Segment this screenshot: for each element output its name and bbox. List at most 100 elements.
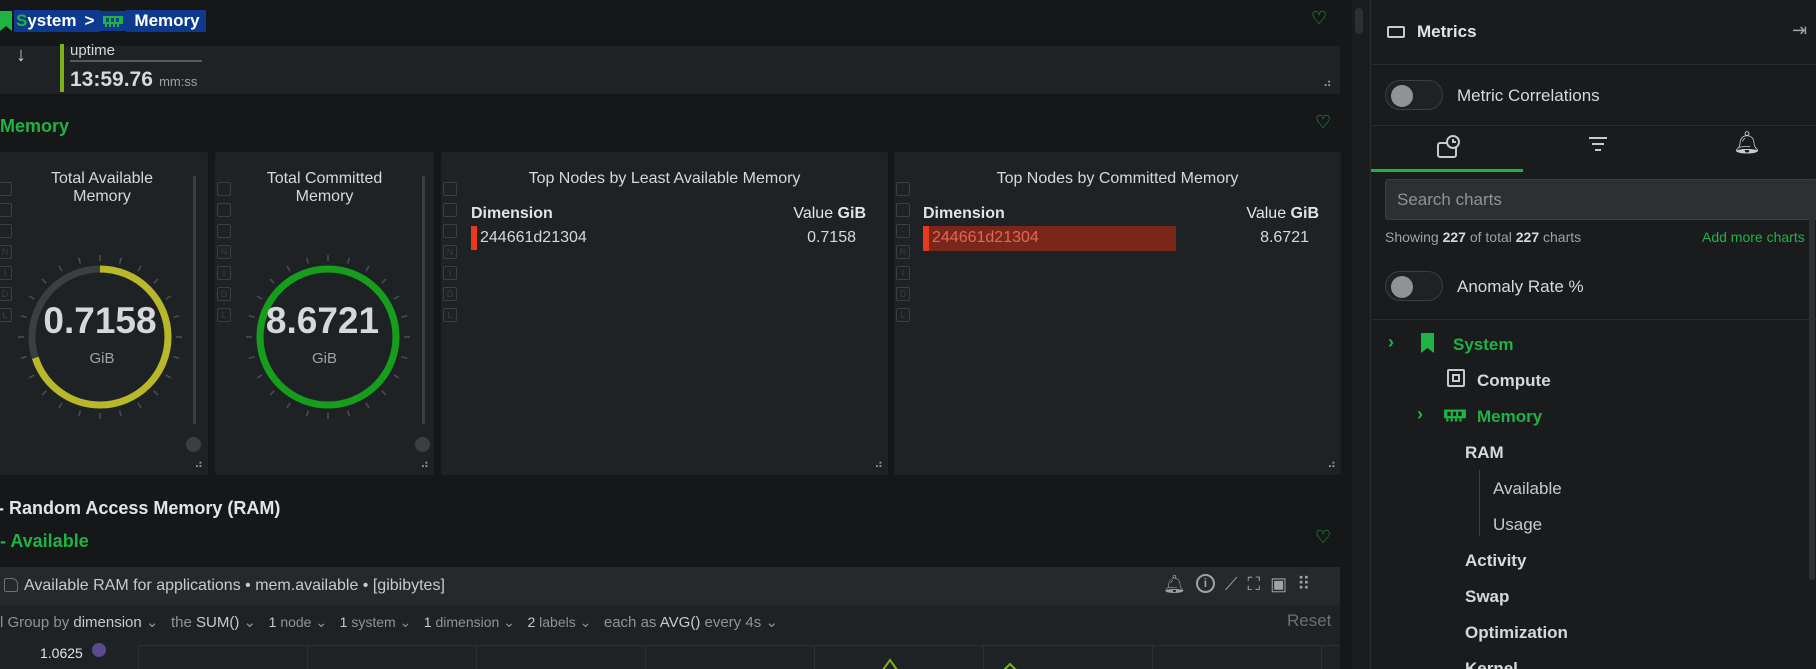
- breadcrumb-memory-link[interactable]: Memory: [126, 10, 206, 32]
- chart-title: Available RAM for applications • mem.ava…: [4, 577, 445, 595]
- sidebar-title: Metrics: [1417, 22, 1477, 41]
- gauge-tick: [346, 410, 350, 417]
- gauge-scale-bar: [193, 176, 196, 424]
- chart-type-icon[interactable]: ⟋: [1225, 574, 1238, 595]
- top-nodes-least-available-card: Top Nodes by Least Available Memory · · · N…: [441, 152, 888, 475]
- tree-item-swap[interactable]: Swap: [1465, 587, 1509, 607]
- memory-icon: [100, 11, 127, 31]
- uptime-divider: [70, 60, 202, 62]
- gauge-tick: [306, 410, 310, 417]
- uptime-value: 13:59.76 mm:ss: [70, 68, 198, 91]
- system-filter[interactable]: 1 system ⌄: [340, 614, 412, 630]
- nodes-filter[interactable]: 1 node ⌄: [269, 614, 327, 630]
- gauge-value: 8.6721: [265, 300, 380, 341]
- main-scrollbar[interactable]: [1352, 0, 1370, 669]
- gauge-tick: [28, 374, 35, 379]
- anomaly-rate-label: Anomaly Rate %: [1457, 277, 1584, 296]
- search-input[interactable]: [1397, 188, 1797, 212]
- chart-plot-area: [138, 645, 1340, 669]
- gauge-tick: [286, 402, 291, 409]
- gauge-tick: [153, 278, 159, 284]
- memory-section-title: Memory: [0, 116, 70, 136]
- alert-bell-icon[interactable]: 🔔︎: [1163, 574, 1186, 595]
- tree-item-memory[interactable]: Memory: [1477, 407, 1542, 427]
- favorite-heart-icon[interactable]: ♡: [1311, 8, 1327, 29]
- anomaly-rate-toggle[interactable]: [1385, 271, 1443, 301]
- gauge-unit: GiB: [311, 350, 337, 367]
- tree-item-usage[interactable]: Usage: [1493, 515, 1542, 535]
- tree-item-available[interactable]: Available: [1493, 479, 1562, 499]
- breadcrumb-separator: >: [78, 10, 101, 32]
- chevron-right-icon[interactable]: ›: [1417, 404, 1423, 425]
- column-value-header: Value GiB: [793, 205, 866, 222]
- aggregation-filter[interactable]: the SUM() ⌄: [171, 614, 256, 631]
- dimensions-filter[interactable]: 1 dimension ⌄: [424, 614, 515, 630]
- column-dimension-header: Dimension: [923, 205, 1005, 222]
- labels-filter[interactable]: 2 labels ⌄: [527, 614, 591, 630]
- gauge-tick: [118, 410, 122, 417]
- tree-item-compute[interactable]: Compute: [1477, 371, 1551, 391]
- collapse-panel-icon[interactable]: ⇥: [1792, 20, 1807, 41]
- save-icon[interactable]: ▣: [1270, 574, 1287, 595]
- main-content: System > Memory ♡ ↓ uptime 13:59.76 mm:s…: [0, 0, 1352, 669]
- gauge-tick: [269, 390, 275, 396]
- tree-item-system[interactable]: System: [1453, 335, 1513, 355]
- gauge-scale-bar: [422, 176, 425, 424]
- row-value: 0.7158: [807, 229, 856, 246]
- metric-correlations-toggle[interactable]: [1385, 80, 1443, 110]
- gauge-tick: [165, 374, 172, 379]
- column-dimension-header: Dimension: [471, 205, 553, 222]
- resize-handle-icon[interactable]: ⠴: [420, 457, 429, 471]
- favorite-heart-icon[interactable]: ♡: [1315, 112, 1331, 133]
- showing-count-text: Showing 227 of total 227 charts: [1385, 229, 1582, 245]
- breadcrumb-system-link[interactable]: System: [14, 10, 79, 32]
- tree-item-optimization[interactable]: Optimization: [1465, 623, 1568, 643]
- row-color-marker: [471, 226, 477, 250]
- chevron-right-icon[interactable]: ›: [1388, 332, 1394, 353]
- tree-item-ram[interactable]: RAM: [1465, 443, 1504, 463]
- tree-guide-line: [1479, 470, 1480, 536]
- time-aggregation-filter[interactable]: each as AVG() every 4s ⌄: [604, 614, 778, 631]
- favorite-heart-icon[interactable]: ♡: [1315, 527, 1331, 548]
- gauge-tick: [41, 390, 47, 396]
- gauge-tick: [365, 402, 370, 409]
- tree-item-kernel[interactable]: Kernel: [1465, 659, 1518, 669]
- resize-handle-icon[interactable]: ⠴: [874, 457, 883, 471]
- divider: [1371, 64, 1816, 65]
- gauge-tick: [381, 278, 387, 284]
- top-nodes-committed-card: Top Nodes by Committed Memory · · · N I D L Di…: [894, 152, 1341, 475]
- row-color-marker: [923, 226, 929, 251]
- metrics-panel-icon: [1387, 26, 1405, 38]
- drag-handle-icon[interactable]: ⠿: [1297, 574, 1310, 595]
- cpu-icon: [1447, 369, 1465, 387]
- chart-line: [882, 658, 1017, 669]
- resize-handle-icon[interactable]: ⠴: [1327, 457, 1336, 471]
- tree-item-activity[interactable]: Activity: [1465, 551, 1526, 571]
- memory-icon: [1444, 409, 1466, 422]
- available-subsection-title: - Available: [0, 531, 89, 551]
- reset-button[interactable]: Reset: [1287, 611, 1331, 631]
- resize-handle-icon[interactable]: ⠴: [194, 457, 203, 471]
- gauge-tick: [118, 257, 122, 264]
- gauge-tick: [256, 374, 263, 379]
- metrics-sidebar: Metrics ⇥ Metric Correlations 🔔︎ input::…: [1370, 0, 1816, 669]
- gauge-tick: [41, 278, 47, 284]
- chart-actions: 🔔︎ i ⟋ ⛶ ▣ ⠿: [1163, 574, 1310, 595]
- gauge-tick: [58, 265, 63, 272]
- gauge-tick: [28, 295, 35, 300]
- filter-icon: [1589, 137, 1607, 151]
- fullscreen-icon[interactable]: ⛶: [1247, 574, 1260, 595]
- uptime-panel: [0, 46, 1340, 94]
- info-icon[interactable]: i: [1195, 574, 1215, 593]
- total-committed-memory-card: Total Committed Memory · · · N I D L 8.6721 GiB…: [215, 152, 434, 475]
- down-arrow-icon[interactable]: ↓: [16, 44, 26, 67]
- total-available-memory-card: Total Available Memory · · · N I D L 0.7158 GiB…: [0, 152, 208, 475]
- gauge-tick: [306, 257, 310, 264]
- chart-type-icon: [4, 578, 18, 592]
- ram-section-title: - Random Access Memory (RAM): [0, 498, 281, 518]
- gauge-tick: [269, 278, 275, 284]
- chart-side-icons: · · · N I D L: [443, 182, 459, 329]
- group-by-filter[interactable]: l Group by dimension ⌄: [0, 614, 159, 631]
- add-more-charts-link[interactable]: Add more charts: [1702, 229, 1805, 245]
- sidebar-scrollbar[interactable]: [1809, 180, 1815, 580]
